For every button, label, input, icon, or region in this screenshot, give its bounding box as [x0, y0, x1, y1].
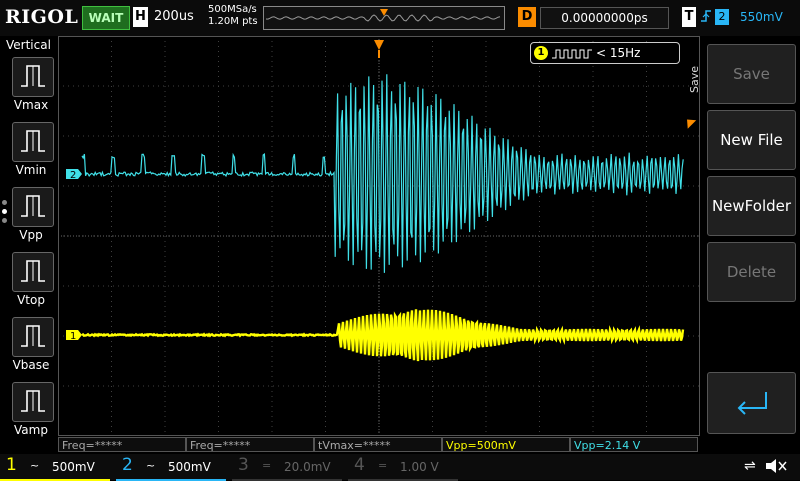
- timebase-value[interactable]: 200us: [154, 9, 194, 24]
- channel-4-status[interactable]: 4 = 1.00 V: [348, 455, 458, 481]
- coupling-icon: ~: [146, 459, 155, 472]
- newfolder-button[interactable]: NewFolder: [707, 176, 796, 236]
- measure-item-label: Vtop: [0, 293, 62, 307]
- square-wave-icon: [552, 48, 592, 60]
- delay-label: D: [518, 7, 536, 27]
- svg-text:2: 2: [70, 170, 76, 181]
- usb-icon: ⇌: [744, 458, 756, 474]
- measure-item-label: Vmin: [0, 163, 62, 177]
- measure-vmax-button[interactable]: [12, 57, 54, 97]
- measure-item-label: Vpp: [0, 228, 62, 242]
- trigger-source-badge[interactable]: 2: [715, 9, 729, 25]
- channel-scale: 500mV: [168, 460, 211, 474]
- channel-scale: 1.00 V: [400, 460, 439, 474]
- measure-vmin-button[interactable]: [12, 122, 54, 162]
- measurement-readout: Vpp=500mV: [442, 437, 570, 452]
- base-measure-icon: [13, 318, 53, 356]
- trigger-level-value[interactable]: 550mV: [740, 10, 783, 24]
- channel-number: 4: [354, 455, 365, 475]
- brand-logo: RIGOL: [5, 6, 78, 28]
- measurement-readout: Freq=*****: [58, 437, 186, 452]
- freq-indicator-text: < 15Hz: [596, 46, 640, 60]
- page-indicator: [2, 200, 7, 223]
- coupling-icon: ~: [30, 459, 39, 472]
- rising-edge-icon: [700, 8, 712, 28]
- frequency-indicator: 1 < 15Hz: [530, 42, 680, 64]
- waveform-grid: 21: [58, 36, 700, 436]
- channel-2-offset-marker[interactable]: 2: [66, 169, 82, 181]
- measurement-readout: Freq=*****: [186, 437, 314, 452]
- measure-vtop-button[interactable]: [12, 252, 54, 292]
- channel-number: 2: [122, 455, 133, 475]
- memory-overview-waveform: [264, 7, 504, 29]
- coupling-icon: =: [262, 459, 271, 472]
- new-file-button[interactable]: New File: [707, 110, 796, 170]
- measure-menu-title: Vertical: [6, 38, 51, 52]
- trigger-position-icon: [374, 40, 384, 50]
- acquisition-info: 500MSa/s 1.20M pts: [208, 4, 258, 28]
- waveform-display[interactable]: 21: [58, 36, 700, 436]
- enter-button[interactable]: [707, 372, 796, 434]
- max-measure-icon: [13, 58, 53, 96]
- channel-1-offset-marker[interactable]: 1: [66, 330, 82, 342]
- delay-value[interactable]: 0.00000000ps: [540, 7, 669, 29]
- channel-number: 1: [6, 455, 17, 475]
- enter-arrow-icon: [732, 388, 772, 418]
- measurement-readout: Vpp=2.14 V: [570, 437, 698, 452]
- channel-1-trace: [82, 309, 683, 361]
- channel-2-status[interactable]: 2 ~500mV: [116, 455, 226, 481]
- memory-overview-strip[interactable]: [263, 6, 505, 30]
- run-status-badge[interactable]: WAIT: [82, 6, 130, 30]
- channel-2-trace: [82, 74, 683, 273]
- speaker-mute-icon[interactable]: [764, 457, 788, 479]
- top-measure-icon: [13, 253, 53, 291]
- delete-button[interactable]: Delete: [707, 242, 796, 302]
- measure-item-label: Vamp: [0, 423, 62, 437]
- measure-vpp-button[interactable]: [12, 187, 54, 227]
- channel-number: 3: [238, 455, 249, 475]
- measure-item-label: Vmax: [0, 98, 62, 112]
- measure-vbase-button[interactable]: [12, 317, 54, 357]
- pp-measure-icon: [13, 188, 53, 226]
- channel-scale: 20.0mV: [284, 460, 331, 474]
- sample-rate: 500MSa/s: [208, 4, 258, 16]
- measure-vamp-button[interactable]: [12, 382, 54, 422]
- channel-1-status[interactable]: 1 ~500mV: [0, 455, 110, 481]
- freq-channel-badge: 1: [534, 46, 548, 60]
- svg-text:1: 1: [70, 331, 76, 342]
- channel-3-status[interactable]: 3 = 20.0mV: [232, 455, 342, 481]
- trigger-label: T: [682, 7, 696, 27]
- amp-measure-icon: [13, 383, 53, 421]
- measurement-readout: tVmax=*****: [314, 437, 442, 452]
- memory-depth: 1.20M pts: [208, 16, 258, 28]
- save-menu-side-label: Save: [688, 66, 701, 93]
- measure-item-label: Vbase: [0, 358, 62, 372]
- channel-scale: 500mV: [52, 460, 95, 474]
- save-button[interactable]: Save: [707, 44, 796, 104]
- coupling-icon: =: [378, 459, 387, 472]
- min-measure-icon: [13, 123, 53, 161]
- horizontal-label: H: [133, 7, 148, 27]
